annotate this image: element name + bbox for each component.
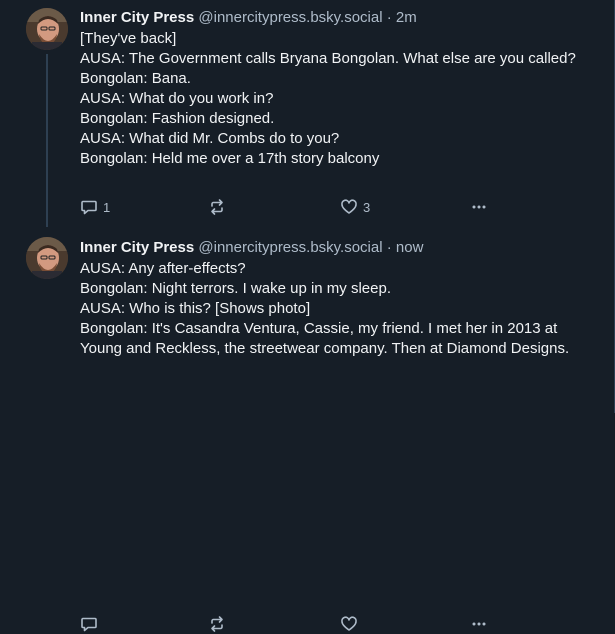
post-header: Inner City Press @innercitypress.bsky.so… (80, 8, 600, 27)
post-text-line: Bongolan: Night terrors. I wake up in my… (80, 280, 391, 297)
author-handle[interactable]: @innercitypress.bsky.social (198, 239, 382, 256)
avatar[interactable] (26, 237, 68, 279)
avatar[interactable] (26, 8, 68, 50)
like-count: 3 (363, 199, 371, 215)
separator-dot: · (386, 239, 392, 256)
like-icon (341, 616, 357, 631)
post-text-line: AUSA: Who is this? [Shows photo] (80, 300, 311, 317)
avatar-image (26, 8, 68, 50)
author-display-name[interactable]: Inner City Press (80, 9, 194, 26)
post-text-line: AUSA: The Government calls Bryana Bongol… (80, 50, 576, 67)
post-text-line: AUSA: What do you work in? (80, 90, 274, 107)
like-button[interactable]: 3 (340, 197, 370, 217)
post-text-line: AUSA: Any after-effects? (80, 260, 246, 277)
post-content: Inner City Press @innercitypress.bsky.so… (80, 8, 600, 169)
post-text-line: Bongolan: Bana. (80, 70, 191, 87)
more-options-button[interactable] (470, 614, 488, 634)
post-actions: 1 3 (80, 197, 500, 217)
separator-dot: · (386, 9, 392, 26)
avatar-image (26, 237, 68, 279)
post-text: AUSA: Any after-effects? Bongolan: Night… (80, 259, 600, 359)
reply-icon (81, 617, 97, 632)
like-icon (341, 199, 357, 214)
post-text-line: Bongolan: Fashion designed. (80, 110, 275, 127)
post-header: Inner City Press @innercitypress.bsky.so… (80, 238, 600, 257)
more-icon (472, 622, 486, 626)
more-options-button[interactable] (470, 197, 488, 217)
repost-icon (211, 199, 223, 215)
post-actions (80, 614, 500, 634)
reply-count: 1 (103, 199, 111, 215)
post-text-line: Bongolan: Held me over a 17th story balc… (80, 150, 380, 167)
repost-button[interactable] (208, 197, 231, 217)
author-display-name[interactable]: Inner City Press (80, 239, 194, 256)
post-timestamp[interactable]: now (396, 239, 424, 256)
reply-button[interactable] (80, 614, 103, 634)
more-icon (472, 205, 486, 209)
reply-button[interactable]: 1 (80, 197, 110, 217)
reply-icon (81, 200, 97, 215)
repost-icon (211, 616, 223, 632)
post-content: Inner City Press @innercitypress.bsky.so… (80, 238, 600, 359)
like-button[interactable] (340, 614, 363, 634)
thread-connector-line (46, 54, 48, 227)
post-text-line: AUSA: What did Mr. Combs do to you? (80, 130, 340, 147)
repost-button[interactable] (208, 614, 231, 634)
post-timestamp[interactable]: 2m (396, 9, 417, 26)
post-text-line: Bongolan: It's Casandra Ventura, Cassie,… (80, 320, 570, 357)
author-handle[interactable]: @innercitypress.bsky.social (198, 9, 382, 26)
post-text: [They've back] AUSA: The Government call… (80, 29, 600, 169)
post-text-line: [They've back] (80, 30, 177, 47)
